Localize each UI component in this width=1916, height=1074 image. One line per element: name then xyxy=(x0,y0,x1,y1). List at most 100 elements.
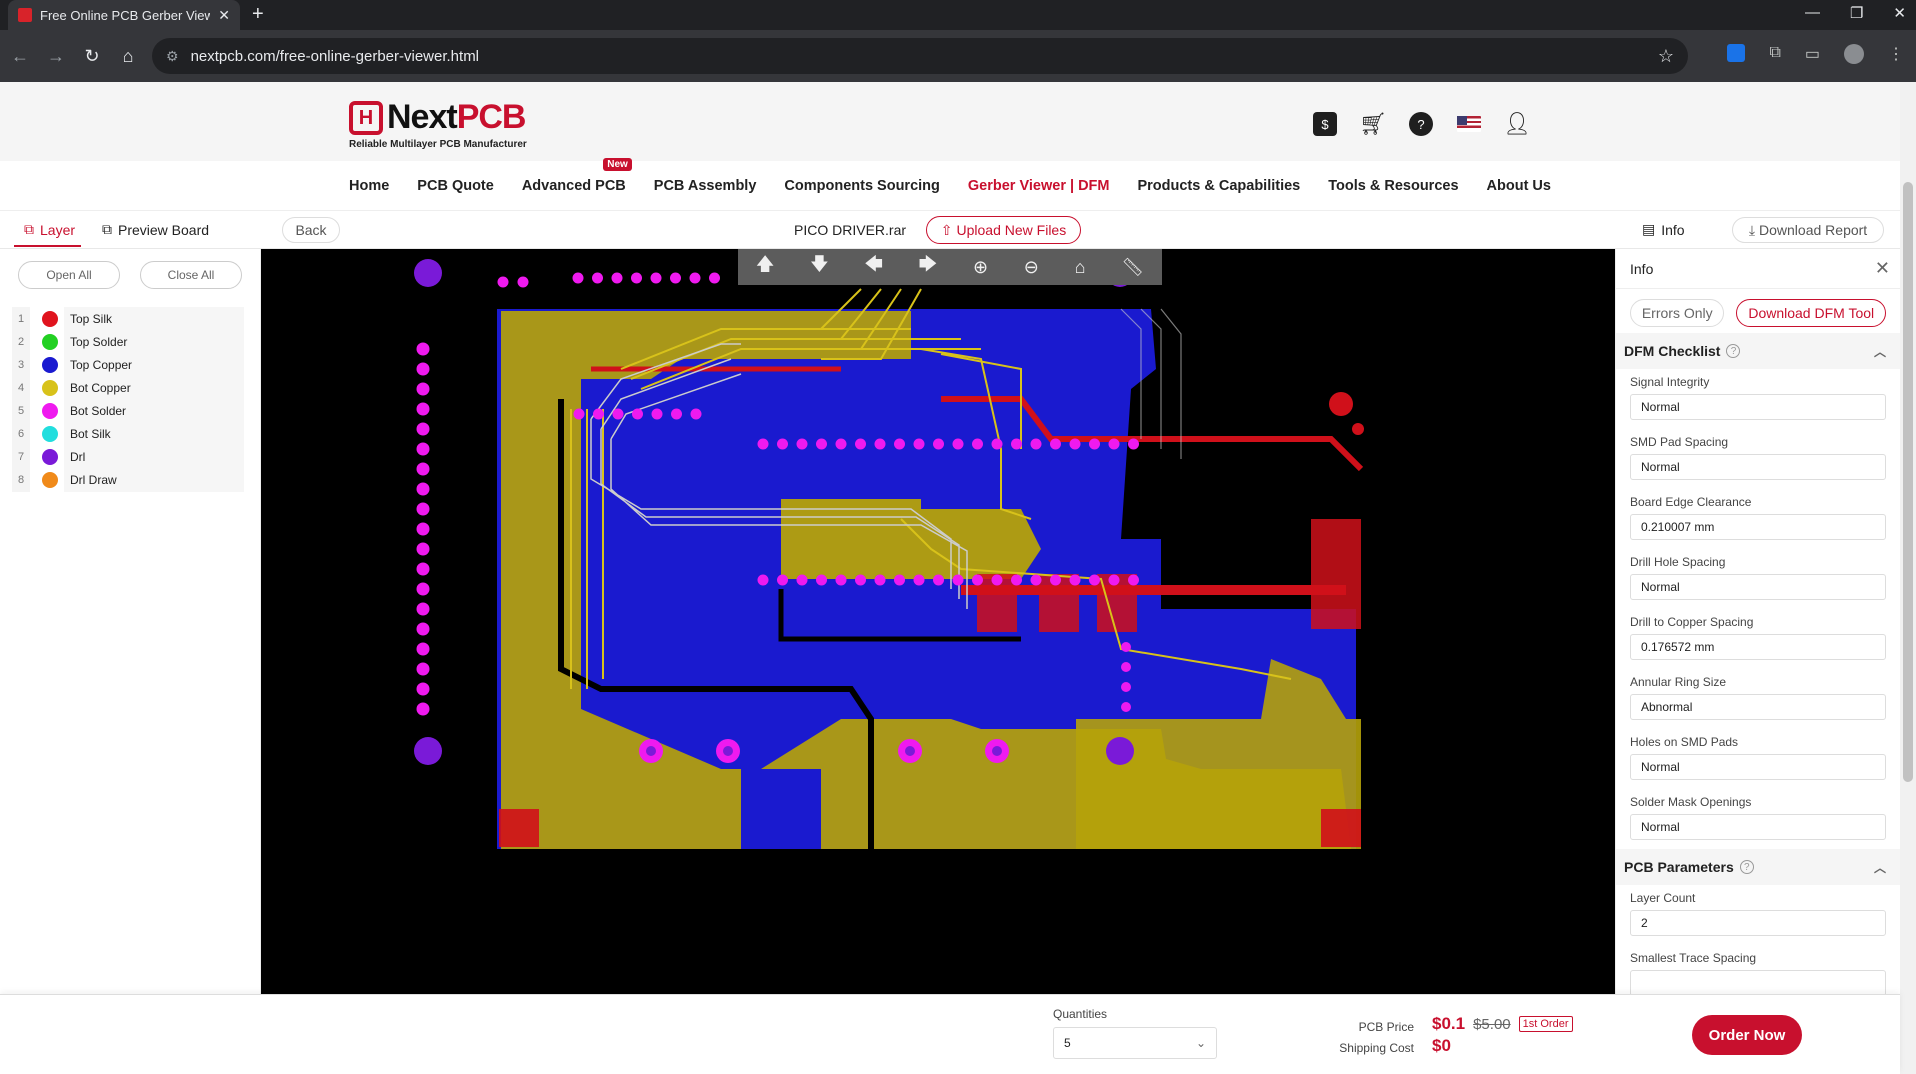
nav-tools-resources[interactable]: Tools & Resources xyxy=(1328,178,1458,194)
dfm-checklist-header[interactable]: DFM Checklist ? ︿ xyxy=(1616,333,1900,369)
nav-home[interactable]: Home xyxy=(349,178,389,194)
pan-up-icon[interactable]: 🡅 xyxy=(756,252,775,282)
pcb-pad xyxy=(1030,574,1042,586)
layer-row[interactable]: 6 Bot Silk xyxy=(12,422,244,446)
field-value[interactable]: Normal xyxy=(1630,754,1886,780)
page-scrollbar[interactable] xyxy=(1900,82,1916,1074)
info-toggle[interactable]: ▤ Info xyxy=(1642,221,1685,238)
nextpcb-logo[interactable]: H NextPCB Reliable Multilayer PCB Manufa… xyxy=(349,98,527,150)
field-label: SMD Pad Spacing xyxy=(1630,435,1729,449)
back-button[interactable]: Back xyxy=(282,217,340,243)
tab-layer[interactable]: ⧉ Layer xyxy=(13,221,82,247)
pan-right-icon[interactable]: 🡆 xyxy=(919,252,938,282)
tab-search-icon[interactable]: ▭ xyxy=(1805,44,1820,64)
puzzle-extensions-icon[interactable]: ⧉ xyxy=(1769,44,1780,64)
address-bar[interactable]: ⚙ nextpcb.com/free-online-gerber-viewer.… xyxy=(152,38,1688,74)
layer-color-toggle[interactable] xyxy=(42,449,58,465)
layer-color-toggle[interactable] xyxy=(42,403,58,419)
nav-pcb-quote[interactable]: PCB Quote xyxy=(417,178,494,194)
pcb-parameters-header[interactable]: PCB Parameters ? ︿ xyxy=(1616,849,1900,885)
pan-left-icon[interactable]: 🡄 xyxy=(864,252,883,282)
layer-color-toggle[interactable] xyxy=(42,357,58,373)
close-tab-icon[interactable]: ✕ xyxy=(218,7,230,24)
zoom-in-icon[interactable]: ⊕ xyxy=(973,257,988,278)
close-icon[interactable]: ✕ xyxy=(1875,258,1890,279)
currency-icon[interactable]: $ xyxy=(1313,112,1337,136)
home-icon[interactable]: ⌂ xyxy=(110,46,146,67)
cart-icon[interactable]: 🛒︎ xyxy=(1359,111,1387,136)
field-value[interactable]: Normal xyxy=(1630,574,1886,600)
info-panel: Info ✕ Errors Only Download DFM Tool DFM… xyxy=(1615,249,1900,994)
field-value[interactable]: 2 xyxy=(1630,910,1886,936)
layer-color-toggle[interactable] xyxy=(42,472,58,488)
extension-icon[interactable] xyxy=(1727,44,1746,62)
browser-menu-icon[interactable]: ⋮ xyxy=(1888,44,1904,64)
user-icon[interactable]: 👤︎ xyxy=(1503,111,1531,136)
site-info-icon[interactable]: ⚙ xyxy=(166,48,179,65)
help-circle-icon[interactable]: ? xyxy=(1739,860,1754,874)
pcb-pad xyxy=(650,272,662,284)
nav-products-capabilities[interactable]: Products & Capabilities xyxy=(1137,178,1300,194)
pcb-pad xyxy=(816,574,827,586)
layer-row[interactable]: 4 Bot Copper xyxy=(12,376,244,400)
errors-only-button[interactable]: Errors Only xyxy=(1630,299,1725,327)
bookmark-star-icon[interactable]: ☆ xyxy=(1658,46,1674,67)
back-arrow-icon[interactable]: ← xyxy=(2,46,38,67)
open-all-button[interactable]: Open All xyxy=(18,261,120,289)
field-value[interactable]: 0.176572 mm xyxy=(1630,634,1886,660)
nav-pcb-assembly[interactable]: PCB Assembly xyxy=(654,178,757,194)
layer-color-toggle[interactable] xyxy=(42,334,58,350)
home-fit-icon[interactable]: ⌂ xyxy=(1075,257,1086,278)
field-value[interactable] xyxy=(1630,970,1886,994)
field-value[interactable]: Abnormal xyxy=(1630,694,1886,720)
upload-new-files-button[interactable]: ⇧ Upload New Files xyxy=(926,216,1081,244)
zoom-out-icon[interactable]: ⊖ xyxy=(1024,257,1039,278)
field-value[interactable]: Normal xyxy=(1630,394,1886,420)
collapse-caret-icon[interactable]: ︿ xyxy=(1874,343,1886,360)
tab-preview-board[interactable]: ⧉ Preview Board xyxy=(102,221,209,238)
gerber-canvas[interactable]: 🡅 🡇 🡄 🡆 ⊕ ⊖ ⌂ 📏︎ xyxy=(261,249,1615,994)
help-icon[interactable]: ? xyxy=(1409,112,1433,136)
profile-avatar[interactable] xyxy=(1844,44,1864,64)
collapse-caret-icon[interactable]: ︿ xyxy=(1874,859,1886,876)
reload-icon[interactable]: ↻ xyxy=(74,46,110,67)
quantity-select[interactable]: 5 ⌄ xyxy=(1053,1027,1217,1059)
field-value[interactable]: 0.210007 mm xyxy=(1630,514,1886,540)
layer-color-toggle[interactable] xyxy=(42,380,58,396)
nav-gerber-viewer[interactable]: Gerber Viewer | DFM xyxy=(968,178,1110,194)
minimize-icon[interactable]: — xyxy=(1805,4,1820,22)
forward-arrow-icon[interactable]: → xyxy=(38,46,74,67)
new-tab-icon[interactable]: + xyxy=(252,4,264,24)
download-dfm-tool-button[interactable]: Download DFM Tool xyxy=(1736,299,1886,327)
field-value[interactable]: Normal xyxy=(1630,454,1886,480)
browser-tab[interactable]: Free Online PCB Gerber Viewer ✕ xyxy=(8,0,240,30)
window-close-icon[interactable]: ✕ xyxy=(1893,4,1906,22)
layer-number: 5 xyxy=(12,399,30,423)
layer-row[interactable]: 2 Top Solder xyxy=(12,330,244,354)
nav-advanced-pcb[interactable]: Advanced PCB New xyxy=(522,158,632,194)
download-report-button[interactable]: ⤓ Download Report xyxy=(1732,217,1884,243)
layer-row[interactable]: 5 Bot Solder xyxy=(12,399,244,423)
layer-number: 4 xyxy=(12,376,30,400)
pan-down-icon[interactable]: 🡇 xyxy=(810,252,829,282)
layer-color-toggle[interactable] xyxy=(42,311,58,327)
help-circle-icon[interactable]: ? xyxy=(1726,344,1741,358)
layer-color-toggle[interactable] xyxy=(42,426,58,442)
scrollbar-thumb[interactable] xyxy=(1903,182,1913,782)
field-value[interactable]: Normal xyxy=(1630,814,1886,840)
layer-row[interactable]: 8 Drl Draw xyxy=(12,468,244,492)
layer-row[interactable]: 1 Top Silk xyxy=(12,307,244,331)
order-now-button[interactable]: Order Now xyxy=(1692,1015,1802,1055)
mounting-hole xyxy=(414,737,442,765)
close-all-button[interactable]: Close All xyxy=(140,261,242,289)
pcb-pad xyxy=(573,408,585,420)
layer-row[interactable]: 7 Drl xyxy=(12,445,244,469)
ruler-icon[interactable]: 📏︎ xyxy=(1121,257,1144,278)
us-flag-icon[interactable] xyxy=(1457,116,1481,132)
layer-row[interactable]: 3 Top Copper xyxy=(12,353,244,377)
nav-about-us[interactable]: About Us xyxy=(1487,178,1551,194)
field-label: Drill Hole Spacing xyxy=(1630,555,1726,569)
nav-components-sourcing[interactable]: Components Sourcing xyxy=(784,178,939,194)
restore-icon[interactable]: ❐ xyxy=(1850,4,1863,22)
pcb-pad xyxy=(1121,662,1131,672)
